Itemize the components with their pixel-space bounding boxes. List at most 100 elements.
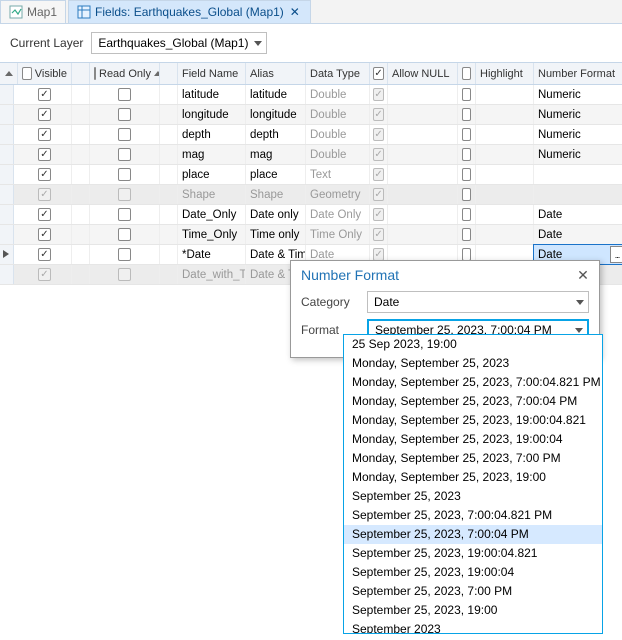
allow-null-cell[interactable]: [370, 185, 388, 204]
read-only-cell[interactable]: [90, 145, 160, 164]
visible-cell[interactable]: [18, 85, 72, 104]
alias-cell[interactable]: depth: [246, 125, 306, 144]
row-handle[interactable]: [0, 205, 14, 224]
row-handle[interactable]: [0, 125, 14, 144]
format-option[interactable]: September 2023: [344, 620, 602, 634]
table-row[interactable]: depthdepthDoubleNumeric: [0, 125, 622, 145]
format-option[interactable]: September 25, 2023, 7:00:04 PM: [344, 525, 602, 544]
allow-null-cell[interactable]: [370, 145, 388, 164]
row-handle[interactable]: [0, 245, 14, 264]
header-number-format[interactable]: Number Format: [534, 63, 622, 84]
data-type-cell[interactable]: Double: [306, 125, 370, 144]
data-type-cell[interactable]: Text: [306, 165, 370, 184]
highlight-cell[interactable]: [458, 105, 476, 124]
number-format-cell[interactable]: Date: [534, 225, 622, 244]
alias-cell[interactable]: Date only: [246, 205, 306, 224]
read-only-cell[interactable]: [90, 245, 160, 264]
field-name-cell[interactable]: Date_Only: [178, 205, 246, 224]
header-data-type[interactable]: Data Type: [306, 63, 370, 84]
field-name-cell[interactable]: *Date: [178, 245, 246, 264]
alias-cell[interactable]: mag: [246, 145, 306, 164]
highlight-cell[interactable]: [458, 165, 476, 184]
header-visible[interactable]: Visible: [18, 63, 72, 84]
data-type-cell[interactable]: Double: [306, 105, 370, 124]
format-option-list[interactable]: 25 Sep 2023, 19:00Monday, September 25, …: [343, 334, 603, 634]
tab-map[interactable]: Map1: [0, 0, 66, 23]
field-name-cell[interactable]: mag: [178, 145, 246, 164]
data-type-cell[interactable]: Time Only: [306, 225, 370, 244]
read-only-cell[interactable]: [90, 205, 160, 224]
allow-null-cell[interactable]: [370, 225, 388, 244]
highlight-cell[interactable]: [458, 225, 476, 244]
visible-cell[interactable]: [18, 105, 72, 124]
alias-cell[interactable]: longitude: [246, 105, 306, 124]
field-name-cell[interactable]: Time_Only: [178, 225, 246, 244]
header-allow-null-label[interactable]: Allow NULL: [388, 63, 458, 84]
format-option[interactable]: Monday, September 25, 2023, 19:00:04: [344, 430, 602, 449]
read-only-cell[interactable]: [90, 265, 160, 284]
data-type-cell[interactable]: Geometry: [306, 185, 370, 204]
table-row[interactable]: placeplaceText: [0, 165, 622, 185]
number-format-cell[interactable]: [534, 185, 622, 204]
number-format-cell[interactable]: Numeric: [534, 145, 622, 164]
visible-cell[interactable]: [18, 265, 72, 284]
table-row[interactable]: latitudelatitudeDoubleNumeric: [0, 85, 622, 105]
field-name-cell[interactable]: Date_with_TZ: [178, 265, 246, 284]
row-handle[interactable]: [0, 265, 14, 284]
field-name-cell[interactable]: depth: [178, 125, 246, 144]
read-only-cell[interactable]: [90, 105, 160, 124]
read-only-cell[interactable]: [90, 85, 160, 104]
number-format-cell[interactable]: [534, 165, 622, 184]
highlight-cell[interactable]: [458, 125, 476, 144]
highlight-cell[interactable]: [458, 185, 476, 204]
format-option[interactable]: Monday, September 25, 2023, 19:00: [344, 468, 602, 487]
visible-cell[interactable]: [18, 125, 72, 144]
category-dropdown[interactable]: Date: [367, 291, 589, 313]
row-selector-header[interactable]: [0, 63, 18, 84]
row-handle[interactable]: [0, 225, 14, 244]
format-option[interactable]: Monday, September 25, 2023, 19:00:04.821: [344, 411, 602, 430]
allow-null-cell[interactable]: [370, 125, 388, 144]
format-option[interactable]: Monday, September 25, 2023, 7:00:04.821 …: [344, 373, 602, 392]
alias-cell[interactable]: latitude: [246, 85, 306, 104]
format-option[interactable]: September 25, 2023: [344, 487, 602, 506]
allow-null-cell[interactable]: [370, 85, 388, 104]
visible-cell[interactable]: [18, 225, 72, 244]
number-format-cell[interactable]: Numeric: [534, 105, 622, 124]
alias-cell[interactable]: Time only: [246, 225, 306, 244]
table-row[interactable]: ShapeShapeGeometry: [0, 185, 622, 205]
allow-null-cell[interactable]: [370, 165, 388, 184]
current-layer-dropdown[interactable]: Earthquakes_Global (Map1): [91, 32, 267, 54]
visible-cell[interactable]: [18, 185, 72, 204]
tab-close-button[interactable]: ✕: [288, 5, 302, 19]
tab-fields[interactable]: Fields: Earthquakes_Global (Map1) ✕: [68, 0, 311, 23]
header-read-only[interactable]: Read Only: [90, 63, 160, 84]
table-row[interactable]: Time_OnlyTime onlyTime Only Date: [0, 225, 622, 245]
format-option[interactable]: September 25, 2023, 19:00:04.821: [344, 544, 602, 563]
dialog-close-button[interactable]: ✕: [575, 267, 591, 283]
read-only-cell[interactable]: [90, 185, 160, 204]
field-name-cell[interactable]: place: [178, 165, 246, 184]
format-option[interactable]: Monday, September 25, 2023, 7:00 PM: [344, 449, 602, 468]
data-type-cell[interactable]: Double: [306, 85, 370, 104]
allow-null-cell[interactable]: [370, 205, 388, 224]
format-option[interactable]: September 25, 2023, 19:00:04: [344, 563, 602, 582]
number-format-cell[interactable]: Numeric: [534, 125, 622, 144]
format-option[interactable]: Monday, September 25, 2023: [344, 354, 602, 373]
read-only-cell[interactable]: [90, 165, 160, 184]
browse-button[interactable]: ...: [610, 246, 622, 263]
header-highlight-label[interactable]: Highlight: [476, 63, 534, 84]
field-name-cell[interactable]: Shape: [178, 185, 246, 204]
format-option[interactable]: September 25, 2023, 7:00 PM: [344, 582, 602, 601]
row-handle[interactable]: [0, 85, 14, 104]
alias-cell[interactable]: place: [246, 165, 306, 184]
format-option[interactable]: September 25, 2023, 19:00: [344, 601, 602, 620]
header-allow-null[interactable]: [370, 63, 388, 84]
field-name-cell[interactable]: latitude: [178, 85, 246, 104]
alias-cell[interactable]: Shape: [246, 185, 306, 204]
row-handle[interactable]: [0, 145, 14, 164]
field-name-cell[interactable]: longitude: [178, 105, 246, 124]
table-row[interactable]: magmagDoubleNumeric: [0, 145, 622, 165]
read-only-cell[interactable]: [90, 125, 160, 144]
row-handle[interactable]: [0, 165, 14, 184]
